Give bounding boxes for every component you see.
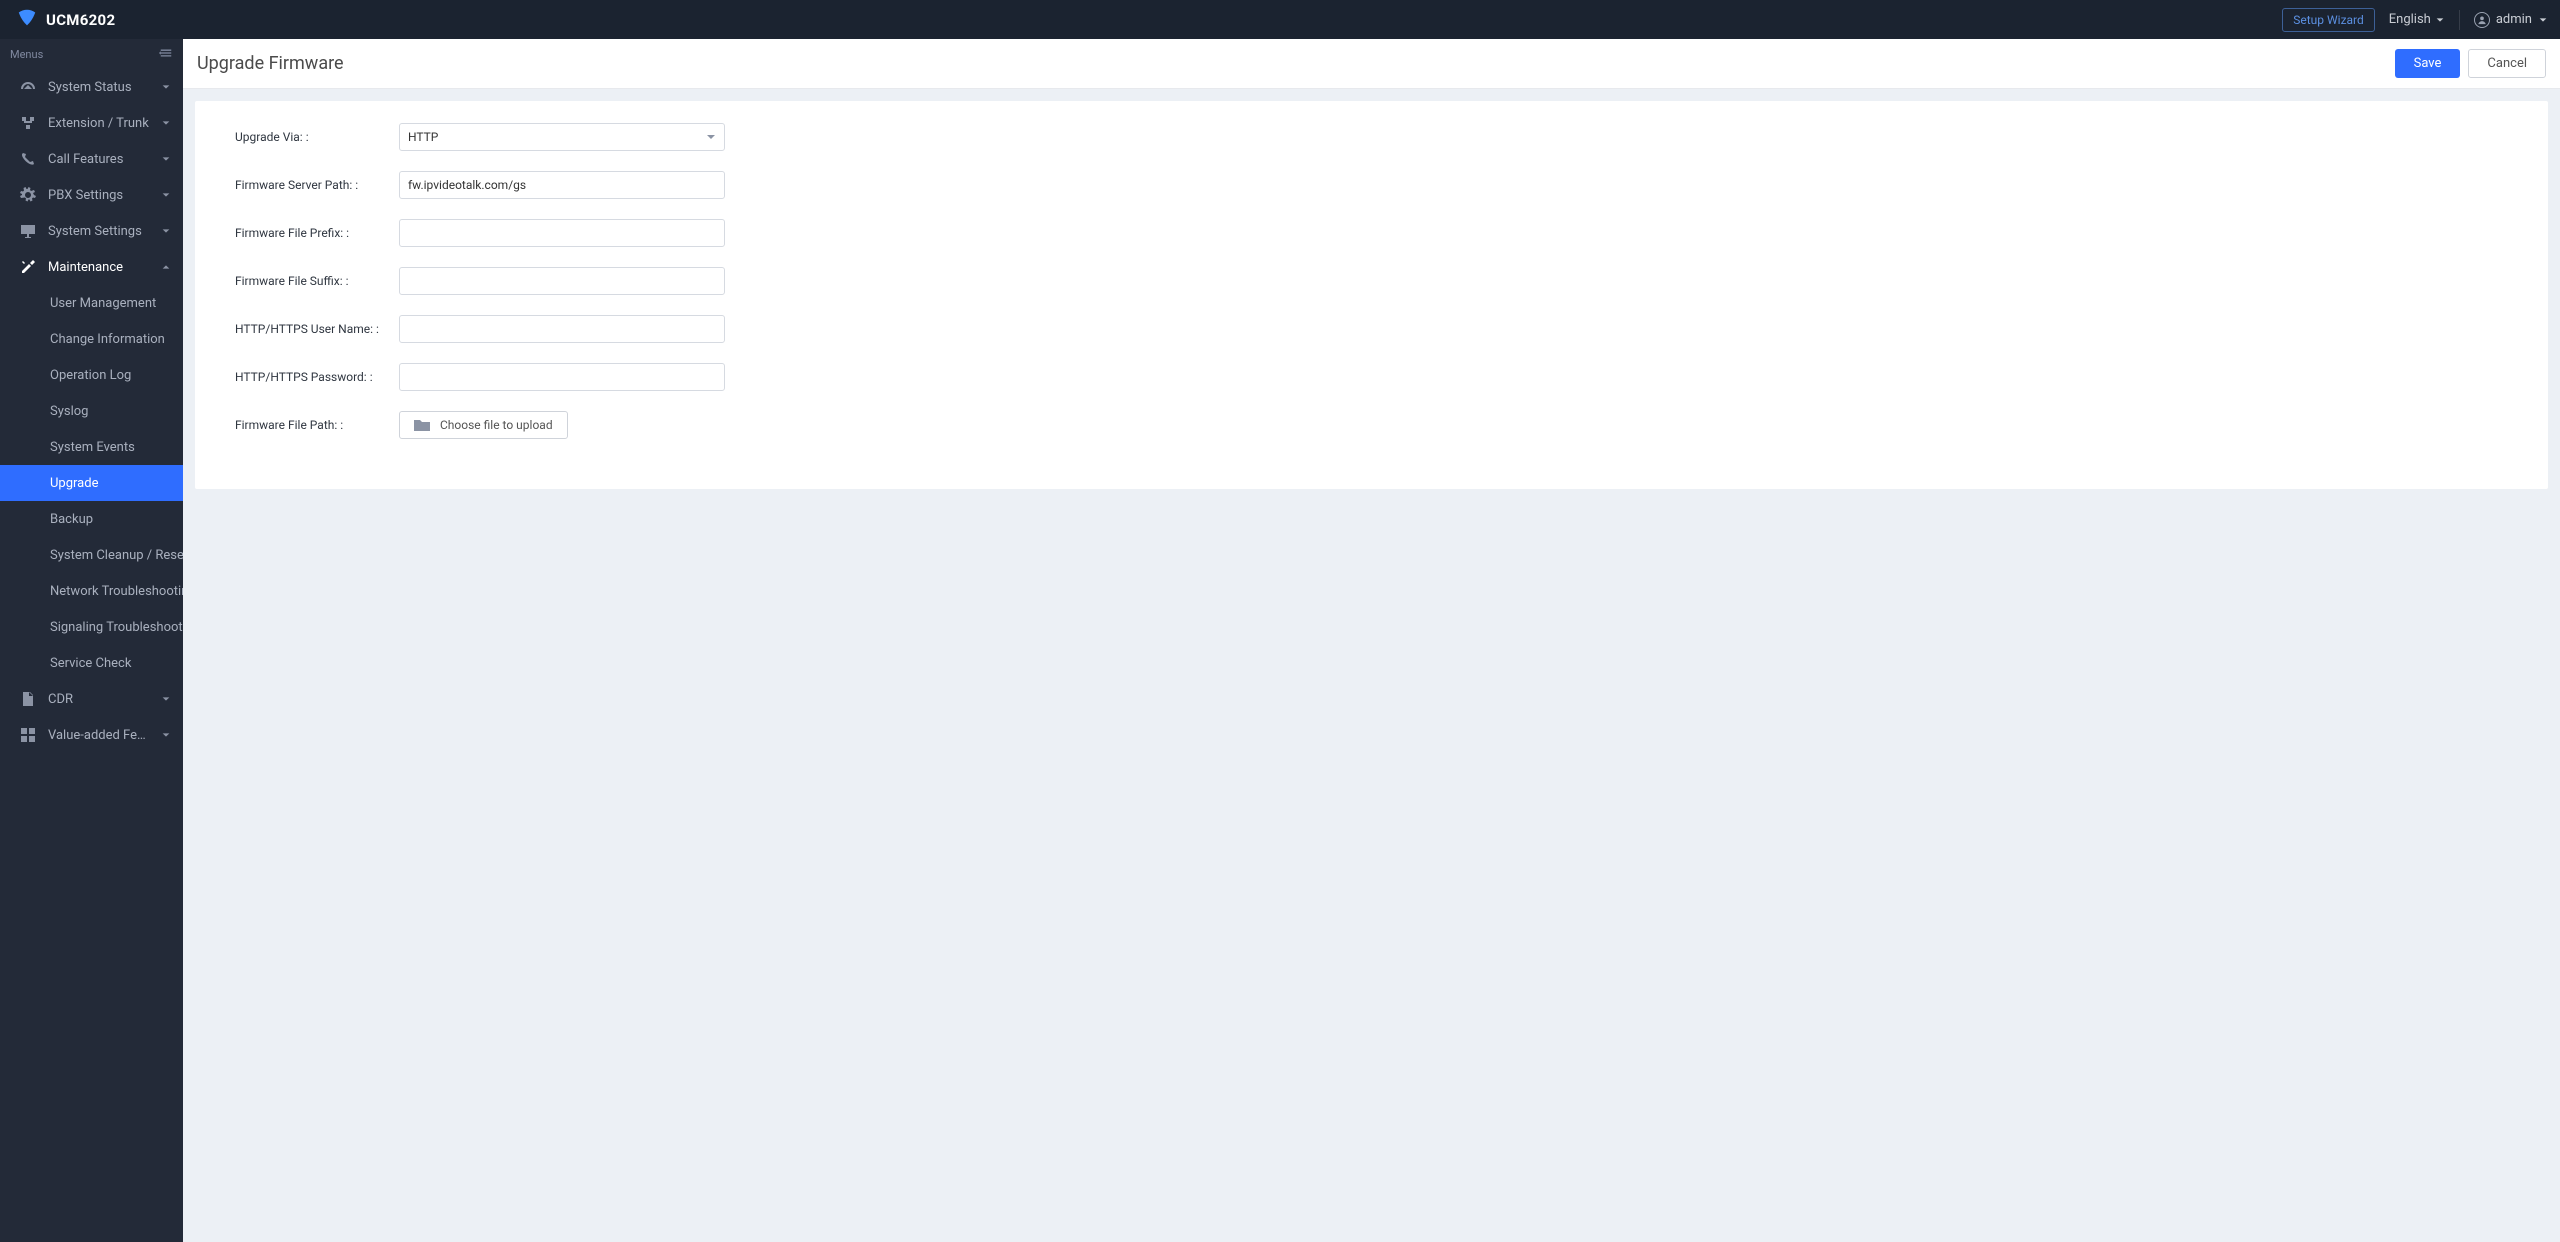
- sidebar-item-value-added[interactable]: Value-added Features: [0, 717, 183, 753]
- choose-file-button[interactable]: Choose file to upload: [399, 411, 568, 439]
- input-server-path[interactable]: [399, 171, 725, 199]
- header-divider: [2459, 10, 2460, 30]
- wrench-icon: [20, 259, 36, 275]
- grid-icon: [20, 727, 36, 743]
- phone-icon: [20, 151, 36, 167]
- menus-label: Menus: [10, 48, 43, 61]
- sidebar-sub-user-management[interactable]: User Management: [0, 285, 183, 321]
- chevron-down-icon: [2435, 15, 2445, 25]
- sidebar-sub-network-troubleshoot[interactable]: Network Troubleshooting: [0, 573, 183, 609]
- choose-file-label: Choose file to upload: [440, 418, 553, 432]
- sidebar: Menus System Status Extension / Trunk Ca…: [0, 39, 183, 1242]
- sidebar-item-cdr[interactable]: CDR: [0, 681, 183, 717]
- sidebar-item-label: CDR: [48, 692, 149, 707]
- sidebar-sub-signaling-troubleshoot[interactable]: Signaling Troubleshooting: [0, 609, 183, 645]
- label-http-user: HTTP/HTTPS User Name: :: [235, 322, 399, 336]
- language-label: English: [2389, 12, 2431, 27]
- sidebar-item-maintenance[interactable]: Maintenance: [0, 249, 183, 285]
- input-file-suffix[interactable]: [399, 267, 725, 295]
- input-http-user[interactable]: [399, 315, 725, 343]
- sidebar-item-system-status[interactable]: System Status: [0, 69, 183, 105]
- sidebar-item-label: Extension / Trunk: [48, 116, 149, 131]
- sidebar-sub-service-check[interactable]: Service Check: [0, 645, 183, 681]
- label-file-prefix: Firmware File Prefix: :: [235, 226, 399, 240]
- page-header: Upgrade Firmware Save Cancel: [183, 39, 2560, 89]
- logo-area: UCM6202: [16, 7, 115, 33]
- language-selector[interactable]: English: [2389, 12, 2445, 27]
- cancel-button[interactable]: Cancel: [2468, 49, 2546, 78]
- sidebar-sub-change-information[interactable]: Change Information: [0, 321, 183, 357]
- chevron-down-icon: [161, 730, 171, 740]
- network-icon: [20, 115, 36, 131]
- sidebar-sub-backup[interactable]: Backup: [0, 501, 183, 537]
- label-http-password: HTTP/HTTPS Password: :: [235, 370, 399, 384]
- sidebar-item-extension-trunk[interactable]: Extension / Trunk: [0, 105, 183, 141]
- label-file-suffix: Firmware File Suffix: :: [235, 274, 399, 288]
- save-button[interactable]: Save: [2395, 49, 2461, 78]
- setup-wizard-button[interactable]: Setup Wizard: [2282, 8, 2375, 32]
- sidebar-item-label: Value-added Features: [48, 728, 149, 743]
- file-icon: [20, 691, 36, 707]
- input-file-prefix[interactable]: [399, 219, 725, 247]
- sidebar-item-call-features[interactable]: Call Features: [0, 141, 183, 177]
- chevron-down-icon: [161, 118, 171, 128]
- user-menu[interactable]: admin: [2474, 12, 2548, 28]
- form-panel: Upgrade Via: : Firmware Server Path: : F…: [195, 101, 2548, 489]
- sidebar-sub-syslog[interactable]: Syslog: [0, 393, 183, 429]
- sidebar-header: Menus: [0, 39, 183, 69]
- label-file-path: Firmware File Path: :: [235, 418, 399, 432]
- chevron-down-icon: [2538, 15, 2548, 25]
- page-title: Upgrade Firmware: [197, 53, 344, 74]
- label-upgrade-via: Upgrade Via: :: [235, 130, 399, 144]
- sidebar-item-label: System Status: [48, 80, 149, 95]
- avatar-icon: [2474, 12, 2490, 28]
- top-header: UCM6202 Setup Wizard English admin: [0, 0, 2560, 39]
- folder-icon: [414, 419, 430, 431]
- sidebar-item-system-settings[interactable]: System Settings: [0, 213, 183, 249]
- chevron-down-icon: [161, 154, 171, 164]
- collapse-sidebar-icon[interactable]: [159, 46, 173, 63]
- sidebar-item-label: System Settings: [48, 224, 149, 239]
- sidebar-sub-system-events[interactable]: System Events: [0, 429, 183, 465]
- sidebar-sub-system-cleanup[interactable]: System Cleanup / Reset: [0, 537, 183, 573]
- user-name: admin: [2496, 12, 2532, 27]
- chevron-down-icon: [161, 82, 171, 92]
- label-server-path: Firmware Server Path: :: [235, 178, 399, 192]
- sidebar-item-pbx-settings[interactable]: PBX Settings: [0, 177, 183, 213]
- gear-icon: [20, 187, 36, 203]
- select-upgrade-via-value[interactable]: [399, 123, 725, 151]
- chevron-down-icon: [161, 226, 171, 236]
- sidebar-sub-operation-log[interactable]: Operation Log: [0, 357, 183, 393]
- chevron-down-icon: [161, 694, 171, 704]
- monitor-icon: [20, 223, 36, 239]
- sidebar-item-label: Call Features: [48, 152, 149, 167]
- sidebar-item-label: Maintenance: [48, 260, 149, 275]
- sidebar-item-label: PBX Settings: [48, 188, 149, 203]
- select-upgrade-via[interactable]: [399, 123, 725, 151]
- input-http-password[interactable]: [399, 363, 725, 391]
- chevron-up-icon: [161, 262, 171, 272]
- gauge-icon: [20, 79, 36, 95]
- product-name: UCM6202: [46, 11, 115, 29]
- brand-logo-icon: [16, 7, 38, 33]
- sidebar-sub-upgrade[interactable]: Upgrade: [0, 465, 183, 501]
- chevron-down-icon: [161, 190, 171, 200]
